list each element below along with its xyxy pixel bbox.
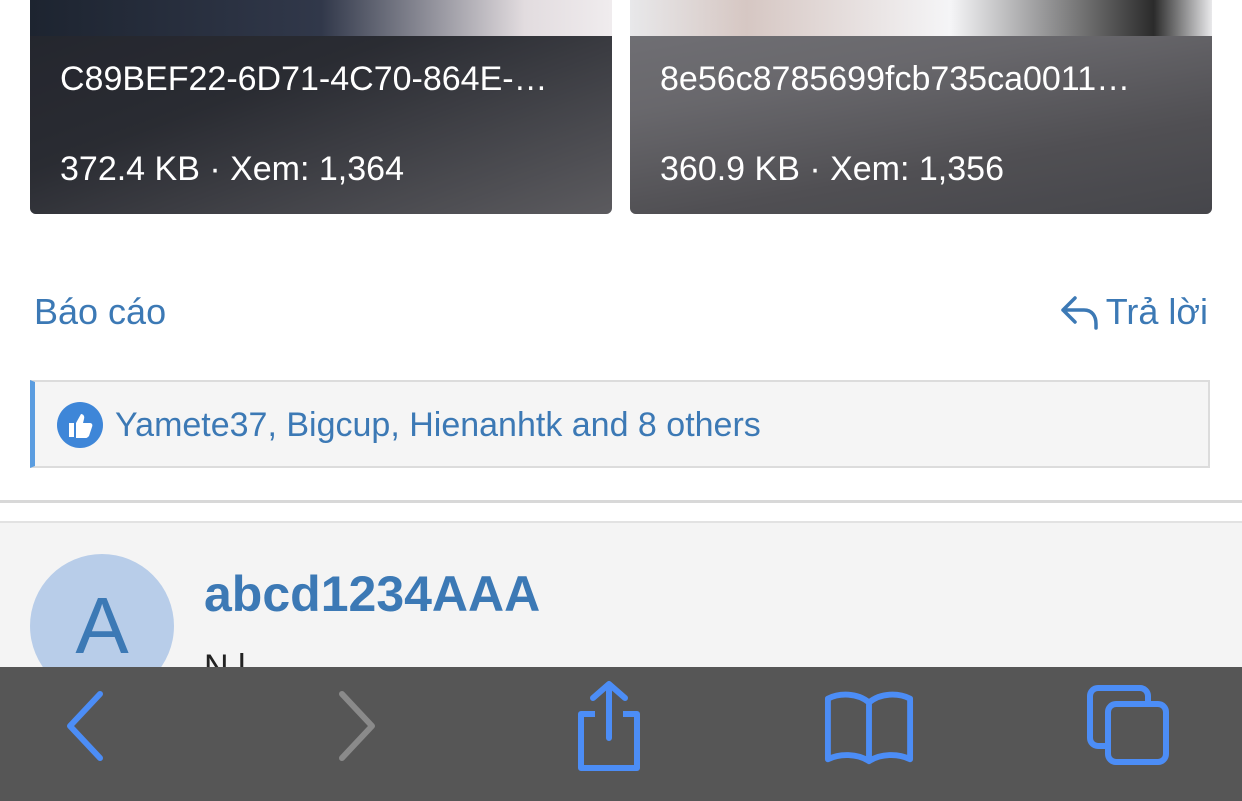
tabs-button[interactable]	[1084, 681, 1174, 771]
attachment-image	[630, 0, 1212, 36]
likes-text[interactable]: Yamete37, Bigcup, Hienanhtk and 8 others	[115, 406, 761, 445]
username[interactable]: abcd1234AAA	[204, 565, 540, 623]
forward-button[interactable]	[310, 681, 400, 771]
share-button[interactable]	[564, 681, 654, 771]
attachment-name: 8e56c8785699fcb735ca0011…	[660, 60, 1131, 98]
bookmarks-button[interactable]	[824, 681, 914, 771]
reply-icon	[1060, 296, 1098, 330]
report-link[interactable]: Báo cáo	[34, 291, 166, 333]
thumbs-up-icon	[57, 402, 103, 448]
share-icon	[578, 681, 640, 771]
attachment-meta: 360.9 KB · Xem: 1,356	[660, 150, 1004, 188]
back-icon	[67, 691, 103, 761]
reply-label: Trả lời	[1105, 291, 1208, 332]
likes-bar[interactable]: Yamete37, Bigcup, Hienanhtk and 8 others	[30, 380, 1210, 468]
back-button[interactable]	[42, 681, 132, 771]
browser-toolbar	[0, 667, 1242, 801]
attachment-image	[30, 0, 612, 36]
tabs-icon	[1087, 685, 1169, 765]
post-actions: Báo cáo Trả lời	[0, 285, 1242, 345]
reply-button[interactable]: Trả lời	[1058, 291, 1208, 333]
attachment-name: C89BEF22-6D71-4C70-864E-…	[60, 60, 548, 98]
post-divider	[0, 500, 1242, 503]
bookmarks-icon	[824, 691, 914, 765]
forward-icon	[339, 691, 375, 761]
attachment-thumbnail[interactable]: 8e56c8785699fcb735ca0011… 360.9 KB · Xem…	[630, 0, 1212, 214]
attachments-grid: C89BEF22-6D71-4C70-864E-… 372.4 KB · Xem…	[30, 0, 1212, 214]
attachment-meta: 372.4 KB · Xem: 1,364	[60, 150, 404, 188]
attachment-thumbnail[interactable]: C89BEF22-6D71-4C70-864E-… 372.4 KB · Xem…	[30, 0, 612, 214]
